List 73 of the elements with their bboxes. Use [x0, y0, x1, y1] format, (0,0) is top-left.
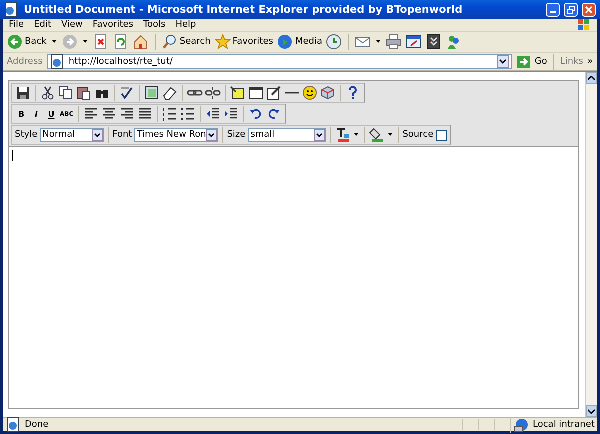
favorites-button[interactable]: Favorites — [214, 34, 274, 50]
scroll-down-icon[interactable] — [588, 408, 595, 414]
menu-item[interactable]: Help — [176, 20, 196, 30]
text-cursor — [12, 150, 13, 161]
status-text: Done — [25, 420, 50, 430]
edit-page-icon[interactable] — [406, 34, 422, 50]
format-button[interactable]: B — [15, 107, 28, 121]
align-left-icon[interactable] — [82, 106, 99, 122]
size-label: Size — [227, 130, 246, 140]
address-label: Address — [7, 56, 43, 66]
home-icon[interactable] — [132, 34, 149, 50]
size-dropdown[interactable]: small — [248, 128, 326, 142]
numbered-list-icon[interactable] — [162, 106, 178, 122]
image-icon[interactable] — [230, 85, 246, 101]
menu-item[interactable]: File — [9, 20, 24, 30]
source-checkbox[interactable] — [436, 130, 447, 140]
close-icon — [585, 6, 593, 14]
pencil-form-icon[interactable] — [266, 85, 282, 101]
unlink-icon[interactable] — [205, 85, 221, 101]
restore-icon — [567, 6, 575, 14]
scroll-up-icon[interactable] — [588, 76, 595, 80]
menu-item[interactable]: Favorites — [92, 20, 134, 30]
table-icon[interactable] — [144, 85, 160, 101]
eraser-icon[interactable] — [162, 85, 178, 101]
window-title: Untitled Document - Microsoft Internet Explorer provided by BTopenworld — [24, 4, 464, 16]
refresh-icon[interactable] — [112, 34, 129, 50]
globe-icon[interactable] — [277, 34, 294, 50]
cut-icon[interactable] — [40, 85, 56, 101]
justify-icon[interactable] — [136, 106, 153, 122]
back-button[interactable]: Back — [7, 34, 47, 50]
menu-item[interactable]: View — [62, 20, 83, 30]
browser-page-icon — [4, 2, 20, 18]
media-button[interactable]: Media — [277, 34, 322, 50]
format-button[interactable]: I — [30, 107, 43, 121]
intranet-globe-icon — [514, 416, 530, 432]
search-button[interactable]: Search — [162, 34, 211, 50]
spellcheck-icon[interactable] — [119, 85, 135, 101]
font-label: Font — [112, 130, 132, 140]
text-color-icon[interactable] — [334, 127, 351, 143]
address-field[interactable]: http://localhost/rte_tut/ — [46, 54, 512, 69]
minimize-button[interactable] — [546, 2, 560, 16]
cube-icon[interactable] — [320, 85, 336, 101]
history-icon[interactable] — [326, 34, 342, 50]
search-icon[interactable] — [162, 34, 178, 50]
zone-text: Local intranet — [533, 420, 595, 430]
links-button[interactable]: Links — [560, 56, 584, 66]
align-center-icon[interactable] — [100, 106, 117, 122]
copy-icon[interactable] — [58, 85, 74, 101]
highlight-icon[interactable] — [368, 127, 385, 143]
more-chevron[interactable]: » — [587, 56, 593, 66]
style-label: Style — [15, 130, 38, 140]
style-dropdown[interactable]: Normal — [40, 128, 104, 142]
align-right-icon[interactable] — [118, 106, 135, 122]
paste-icon[interactable] — [76, 85, 92, 101]
font-dropdown[interactable]: Times New Ron — [134, 128, 218, 142]
menu-item[interactable]: Edit — [34, 20, 52, 30]
bulleted-list-icon[interactable] — [180, 106, 196, 122]
page-icon — [50, 54, 66, 70]
source-label: Source — [402, 130, 434, 140]
stop-icon[interactable] — [92, 34, 109, 50]
format-button[interactable]: U — [45, 107, 58, 121]
close-button[interactable] — [582, 2, 596, 16]
restore-button[interactable] — [564, 2, 578, 16]
scrollbar[interactable] — [585, 72, 597, 417]
minimize-icon — [550, 11, 556, 13]
save-icon[interactable] — [15, 85, 31, 101]
printer-icon[interactable] — [386, 34, 402, 50]
star-icon[interactable] — [214, 34, 231, 50]
menu-item[interactable]: Tools — [144, 20, 166, 30]
smiley-icon[interactable] — [302, 85, 318, 101]
go-button[interactable]: Go — [516, 54, 548, 70]
window-icon[interactable] — [248, 85, 264, 101]
flag-logo-icon — [575, 17, 591, 33]
